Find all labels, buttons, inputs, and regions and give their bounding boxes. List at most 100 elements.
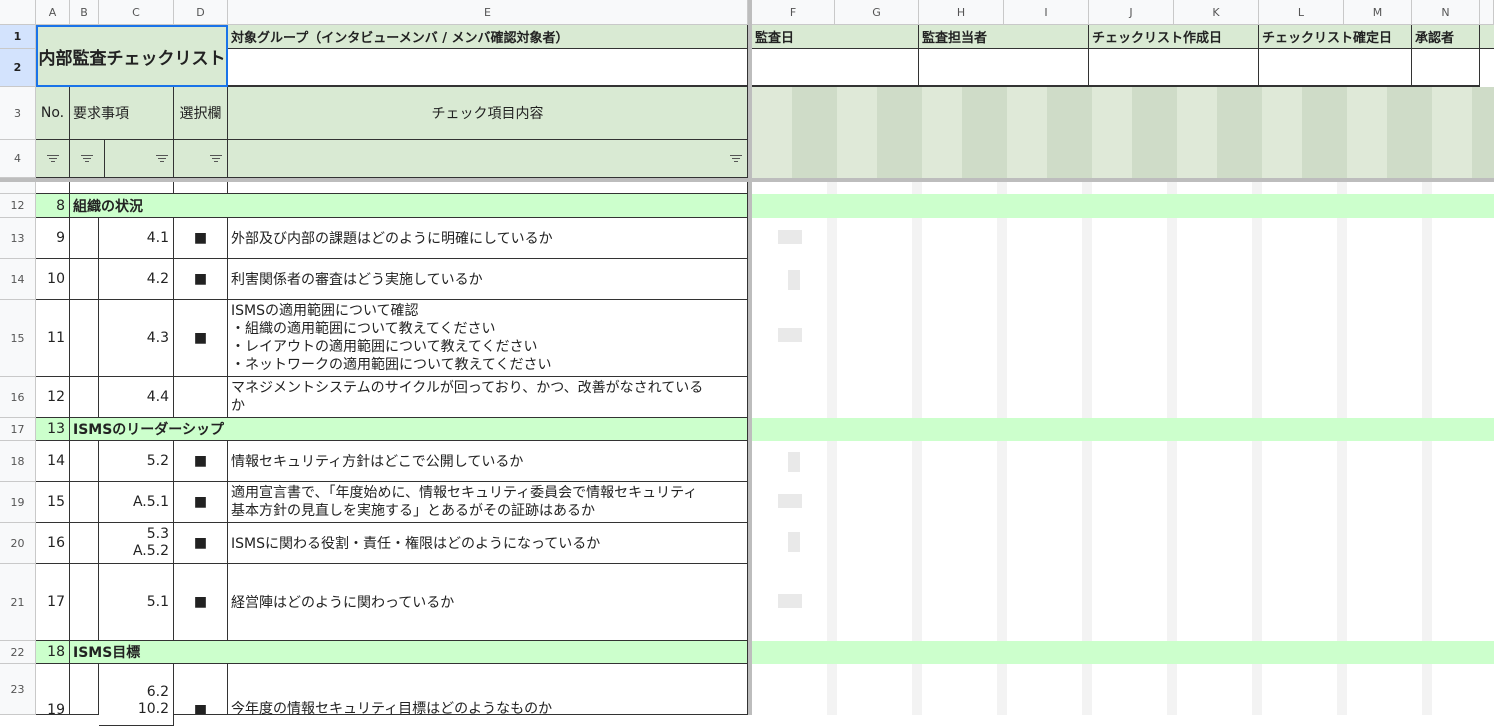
target-group-value[interactable]	[228, 49, 748, 87]
column-header-m[interactable]: M	[1344, 0, 1412, 25]
selection-cell[interactable]: ■	[174, 664, 228, 715]
blank-b-cell[interactable]	[70, 259, 99, 300]
selection-cell[interactable]: ■	[174, 300, 228, 377]
row-no-cell[interactable]: 9	[36, 218, 70, 259]
row-header[interactable]: 12	[0, 194, 36, 218]
row-no-cell[interactable]: 13	[36, 418, 70, 441]
row-no-cell[interactable]: 14	[36, 441, 70, 482]
filter-icon[interactable]	[46, 154, 60, 164]
auditor-value[interactable]	[919, 49, 1089, 87]
row-no-cell[interactable]: 12	[36, 377, 70, 418]
row-header[interactable]: 16	[0, 377, 36, 418]
confirmed-date-value[interactable]	[1259, 49, 1412, 87]
requirement-cell[interactable]: A.5.1	[99, 482, 174, 523]
created-date-value[interactable]	[1089, 49, 1259, 87]
partial-row-cell[interactable]	[36, 182, 70, 194]
blank-b-cell[interactable]	[70, 441, 99, 482]
row-header[interactable]: 21	[0, 564, 36, 641]
requirement-cell[interactable]: 4.2	[99, 259, 174, 300]
check-item-cell[interactable]: 情報セキュリティ方針はどこで公開しているか	[228, 441, 748, 482]
partial-row-cell[interactable]	[174, 182, 228, 194]
column-header-extra[interactable]	[1480, 0, 1494, 25]
selection-cell[interactable]: ■	[174, 482, 228, 523]
column-header-a[interactable]: A	[36, 0, 70, 25]
selection-cell[interactable]	[174, 377, 228, 418]
selection-cell[interactable]: ■	[174, 564, 228, 641]
requirement-cell[interactable]: 5.1	[99, 564, 174, 641]
column-header-n[interactable]: N	[1412, 0, 1480, 25]
check-item-cell[interactable]: 経営陣はどのように関わっているか	[228, 564, 748, 641]
blank-b-cell[interactable]	[70, 523, 99, 564]
check-item-cell[interactable]: 外部及び内部の課題はどのように明確にしているか	[228, 218, 748, 259]
selection-cell[interactable]: ■	[174, 218, 228, 259]
column-header-l[interactable]: L	[1259, 0, 1344, 25]
col-title-no[interactable]: No.	[36, 87, 70, 140]
row-header[interactable]	[0, 182, 36, 194]
check-item-cell[interactable]: 適用宣言書で、「年度始めに、情報セキュリティ委員会で情報セキュリティ 基本方針の…	[228, 482, 748, 523]
blank-b-cell[interactable]	[70, 377, 99, 418]
column-header-e[interactable]: E	[228, 0, 748, 25]
filter-icon[interactable]	[729, 154, 743, 164]
column-header-g[interactable]: G	[835, 0, 919, 25]
confirmed-date-label[interactable]: チェックリスト確定日	[1259, 25, 1412, 49]
row-no-cell[interactable]: 19	[36, 664, 70, 715]
requirement-cell[interactable]: 5.2	[99, 441, 174, 482]
row-header[interactable]: 3	[0, 87, 36, 140]
row-header[interactable]: 2	[0, 49, 36, 87]
row-header[interactable]: 18	[0, 441, 36, 482]
requirement-cell[interactable]: 4.3	[99, 300, 174, 377]
requirement-cell[interactable]: 5.3 A.5.2	[99, 523, 174, 564]
check-item-cell[interactable]: 利害関係者の審査はどう実施しているか	[228, 259, 748, 300]
row-no-cell[interactable]: 16	[36, 523, 70, 564]
selection-cell[interactable]: ■	[174, 441, 228, 482]
target-group-label[interactable]: 対象グループ（インタビューメンバ / メンバ確認対象者）	[228, 25, 748, 49]
row-no-cell[interactable]: 8	[36, 194, 70, 218]
row-header[interactable]: 15	[0, 300, 36, 377]
filter-icon[interactable]	[155, 154, 169, 164]
blank-b-cell[interactable]	[70, 564, 99, 641]
row-no-cell[interactable]: 18	[36, 641, 70, 664]
selection-cell[interactable]: ■	[174, 259, 228, 300]
check-item-cell[interactable]: ISMSに関わる役割・責任・権限はどのようになっているか	[228, 523, 748, 564]
auditor-label[interactable]: 監査担当者	[919, 25, 1089, 49]
column-header-d[interactable]: D	[174, 0, 228, 25]
requirement-cell[interactable]: 6.2 10.2	[99, 664, 174, 726]
partial-row-cell[interactable]	[228, 182, 748, 194]
column-header-h[interactable]: H	[919, 0, 1004, 25]
blank-b-cell[interactable]	[70, 664, 99, 715]
section-title-cell[interactable]: ISMSのリーダーシップ	[70, 418, 748, 441]
check-item-cell[interactable]: ISMSの適用範囲について確認 ・組織の適用範囲について教えてください ・レイア…	[228, 300, 748, 377]
row-no-cell[interactable]: 15	[36, 482, 70, 523]
row-no-cell[interactable]: 10	[36, 259, 70, 300]
requirement-cell[interactable]: 4.4	[99, 377, 174, 418]
column-header-k[interactable]: K	[1174, 0, 1259, 25]
requirement-cell[interactable]: 4.1	[99, 218, 174, 259]
row-header[interactable]: 13	[0, 218, 36, 259]
checklist-title-cell[interactable]: 内部監査チェックリスト	[36, 25, 228, 87]
row-header[interactable]: 23	[0, 664, 36, 715]
col-title-check-item[interactable]: チェック項目内容	[228, 87, 748, 140]
audit-date-value[interactable]	[752, 49, 919, 87]
row-no-cell[interactable]: 17	[36, 564, 70, 641]
column-header-j[interactable]: J	[1089, 0, 1174, 25]
column-header-f[interactable]: F	[752, 0, 835, 25]
filter-icon[interactable]	[80, 154, 94, 164]
created-date-label[interactable]: チェックリスト作成日	[1089, 25, 1259, 49]
col-title-requirement[interactable]: 要求事項	[70, 87, 174, 140]
row-header[interactable]: 1	[0, 25, 36, 49]
row-no-cell[interactable]: 11	[36, 300, 70, 377]
section-title-cell[interactable]: 組織の状況	[70, 194, 748, 218]
row-header[interactable]: 19	[0, 482, 36, 523]
check-item-cell[interactable]: マネジメントシステムのサイクルが回っており、かつ、改善がなされている か	[228, 377, 748, 418]
audit-date-label[interactable]: 監査日	[752, 25, 919, 49]
selection-cell[interactable]: ■	[174, 523, 228, 564]
approver-label[interactable]: 承認者	[1412, 25, 1480, 49]
row-header[interactable]: 20	[0, 523, 36, 564]
select-all-corner[interactable]	[0, 0, 36, 25]
section-title-cell[interactable]: ISMS目標	[70, 641, 748, 664]
row-header[interactable]: 17	[0, 418, 36, 441]
blank-b-cell[interactable]	[70, 218, 99, 259]
filter-icon[interactable]	[209, 154, 223, 164]
row-header[interactable]: 14	[0, 259, 36, 300]
row-header[interactable]: 22	[0, 641, 36, 664]
